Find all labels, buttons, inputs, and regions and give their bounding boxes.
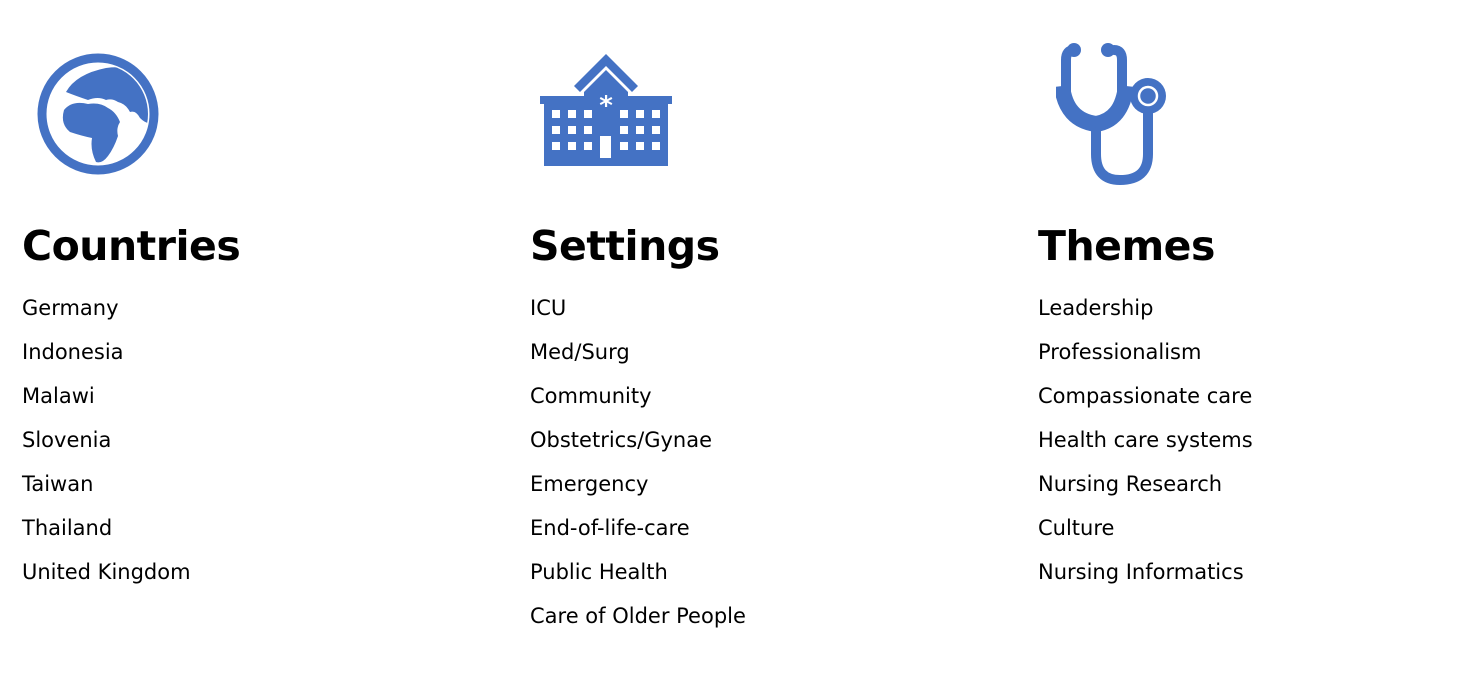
list-item: Thailand (22, 516, 113, 540)
list-item: Germany (22, 296, 119, 320)
list-item: Indonesia (22, 340, 124, 364)
list-item: Emergency (530, 472, 649, 496)
list-item: Slovenia (22, 428, 112, 452)
svg-text:*: * (599, 91, 613, 121)
list-item: Obstetrics/Gynae (530, 428, 713, 452)
list-item: Community (530, 384, 652, 408)
globe-icon (36, 52, 160, 176)
settings-list: ICU Med/Surg Community Obstetrics/Gynae … (530, 294, 746, 646)
hospital-icon: * (540, 54, 672, 166)
list-item: Culture (1038, 516, 1115, 540)
list-item: United Kingdom (22, 560, 191, 584)
list-item: ICU (530, 296, 567, 320)
themes-heading: Themes (1038, 222, 1215, 270)
stethoscope-icon (1056, 40, 1172, 188)
list-item: Health care systems (1038, 428, 1253, 452)
list-item: Leadership (1038, 296, 1154, 320)
themes-list: Leadership Professionalism Compassionate… (1038, 294, 1253, 602)
list-item: Med/Surg (530, 340, 630, 364)
list-item: Taiwan (22, 472, 94, 496)
list-item: Professionalism (1038, 340, 1202, 364)
list-item: End-of-life-care (530, 516, 690, 540)
list-item: Public Health (530, 560, 668, 584)
settings-heading: Settings (530, 222, 720, 270)
countries-list: Germany Indonesia Malawi Slovenia Taiwan… (22, 294, 191, 602)
countries-heading: Countries (22, 222, 241, 270)
list-item: Care of Older People (530, 604, 746, 628)
list-item: Malawi (22, 384, 95, 408)
list-item: Nursing Research (1038, 472, 1223, 496)
list-item: Compassionate care (1038, 384, 1253, 408)
list-item: Nursing Informatics (1038, 560, 1244, 584)
